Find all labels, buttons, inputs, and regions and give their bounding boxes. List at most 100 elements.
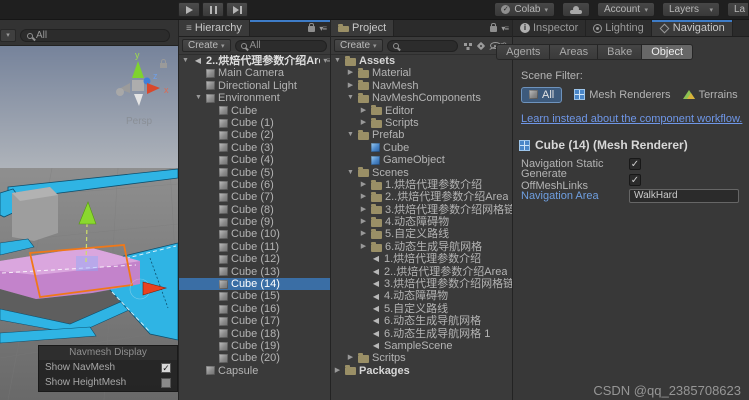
hierarchy-item-environment[interactable]: ▼Environment bbox=[179, 92, 330, 104]
hierarchy-item-capsule[interactable]: Capsule bbox=[179, 365, 330, 377]
gizmos-dropdown[interactable]: ▾ bbox=[0, 29, 16, 42]
hierarchy-item-cube-10[interactable]: Cube (10) bbox=[179, 228, 330, 240]
foldout-icon[interactable]: ▶ bbox=[359, 241, 368, 253]
filter-mesh-renderers[interactable]: Mesh Renderers bbox=[574, 89, 670, 101]
checkbox[interactable] bbox=[161, 378, 171, 388]
tab-inspector[interactable]: iInspector bbox=[513, 20, 586, 36]
play-button[interactable] bbox=[178, 2, 200, 17]
project-item-gameobject[interactable]: GameObject bbox=[331, 154, 512, 166]
hierarchy-item-cube-3[interactable]: Cube (3) bbox=[179, 142, 330, 154]
hierarchy-search-input[interactable]: All bbox=[235, 40, 327, 52]
label-filter-icon[interactable] bbox=[477, 41, 485, 49]
cloud-services-button[interactable] bbox=[562, 2, 590, 17]
hierarchy-item-cube-6[interactable]: Cube (6) bbox=[179, 179, 330, 191]
hierarchy-item-cube[interactable]: Cube bbox=[179, 105, 330, 117]
account-dropdown[interactable]: Account ▾ bbox=[597, 2, 655, 17]
project-item-6-动态生成导航网格-1[interactable]: ◀6.动态生成导航网格 1 bbox=[331, 328, 512, 340]
project-item-3-烘焙代理参数介绍网格链接[interactable]: ▶3.烘焙代理参数介绍网格链接 bbox=[331, 204, 512, 216]
foldout-icon[interactable]: ▶ bbox=[359, 204, 368, 216]
hierarchy-item-cube-4[interactable]: Cube (4) bbox=[179, 154, 330, 166]
foldout-icon[interactable]: ▼ bbox=[333, 55, 342, 67]
navigation-area-dropdown[interactable]: WalkHard bbox=[629, 189, 739, 203]
hierarchy-item-cube-18[interactable]: Cube (18) bbox=[179, 328, 330, 340]
project-item-prefab[interactable]: ▼Prefab bbox=[331, 129, 512, 141]
project-item-2-烘焙代理参数介绍area[interactable]: ◀2..烘焙代理参数介绍Area bbox=[331, 266, 512, 278]
foldout-icon[interactable]: ▶ bbox=[359, 228, 368, 240]
foldout-open-icon[interactable]: ▼ bbox=[181, 55, 190, 67]
project-item-3-烘焙代理参数介绍网格链接[interactable]: ◀3.烘焙代理参数介绍网格链接 bbox=[331, 278, 512, 290]
create-dropdown[interactable]: Create ▾ bbox=[334, 39, 383, 52]
hierarchy-item-cube-19[interactable]: Cube (19) bbox=[179, 340, 330, 352]
project-item-cube[interactable]: Cube bbox=[331, 142, 512, 154]
foldout-icon[interactable]: ▼ bbox=[346, 129, 355, 141]
tab-hierarchy[interactable]: ≡ Hierarchy bbox=[179, 20, 250, 36]
hierarchy-item-cube-17[interactable]: Cube (17) bbox=[179, 315, 330, 327]
hierarchy-scene-row[interactable]: ▼ ◀ 2..烘焙代理参数介绍Area ▾≡ bbox=[179, 55, 330, 67]
hierarchy-item-cube-7[interactable]: Cube (7) bbox=[179, 191, 330, 203]
foldout-icon[interactable]: ▼ bbox=[346, 92, 355, 104]
hierarchy-item-cube-16[interactable]: Cube (16) bbox=[179, 303, 330, 315]
move-tool-plane-handle[interactable] bbox=[76, 256, 98, 271]
checkbox[interactable]: ✓ bbox=[161, 363, 171, 373]
project-item-samplescene[interactable]: ◀SampleScene bbox=[331, 340, 512, 352]
foldout-icon[interactable]: ▶ bbox=[359, 105, 368, 117]
project-search-input[interactable] bbox=[387, 40, 458, 52]
project-item-5-自定义路线[interactable]: ▶5.自定义路线 bbox=[331, 228, 512, 240]
project-item-editor[interactable]: ▶Editor bbox=[331, 105, 512, 117]
project-item-scenes[interactable]: ▼Scenes bbox=[331, 167, 512, 179]
nav-tab-bake[interactable]: Bake bbox=[597, 44, 642, 60]
project-item-2-烘焙代理参数介绍area[interactable]: ▶2..烘焙代理参数介绍Area bbox=[331, 191, 512, 203]
project-item-6-动态生成导航网格[interactable]: ▶6.动态生成导航网格 bbox=[331, 241, 512, 253]
collab-dropdown[interactable]: ✓ Colab ▾ bbox=[494, 2, 555, 17]
tab-lighting[interactable]: Lighting bbox=[586, 20, 652, 36]
foldout-icon[interactable]: ▶ bbox=[346, 352, 355, 364]
hierarchy-item-cube-8[interactable]: Cube (8) bbox=[179, 204, 330, 216]
project-item-material[interactable]: ▶Material bbox=[331, 67, 512, 79]
scene-row-menu-icon[interactable]: ▾≡ bbox=[323, 55, 330, 67]
checkbox[interactable]: ✓ bbox=[629, 174, 641, 186]
project-item-packages[interactable]: ▶Packages bbox=[331, 365, 512, 377]
hierarchy-item-cube-12[interactable]: Cube (12) bbox=[179, 253, 330, 265]
nav-tab-object[interactable]: Object bbox=[641, 44, 693, 60]
project-item-4-动态障碍物[interactable]: ▶4.动态障碍物 bbox=[331, 216, 512, 228]
hierarchy-item-cube-15[interactable]: Cube (15) bbox=[179, 290, 330, 302]
persp-label[interactable]: Persp bbox=[126, 116, 153, 127]
component-workflow-link[interactable]: Learn instead about the component workfl… bbox=[521, 113, 749, 125]
lock-icon[interactable] bbox=[490, 26, 497, 32]
hierarchy-item-cube-9[interactable]: Cube (9) bbox=[179, 216, 330, 228]
foldout-icon[interactable]: ▶ bbox=[333, 365, 342, 377]
foldout-icon[interactable]: ▼ bbox=[194, 92, 203, 104]
hierarchy-item-cube-5[interactable]: Cube (5) bbox=[179, 167, 330, 179]
project-item-1-烘焙代理参数介绍[interactable]: ◀1.烘焙代理参数介绍 bbox=[331, 253, 512, 265]
scene-search-input[interactable]: All bbox=[20, 29, 170, 42]
tab-navigation[interactable]: Navigation bbox=[652, 20, 733, 36]
hierarchy-item-cube-13[interactable]: Cube (13) bbox=[179, 266, 330, 278]
project-item-scritps[interactable]: ▶Scritps bbox=[331, 352, 512, 364]
nav-tab-agents[interactable]: Agents bbox=[496, 44, 550, 60]
gizmo-center-cube[interactable] bbox=[132, 80, 144, 91]
foldout-icon[interactable]: ▶ bbox=[359, 191, 368, 203]
project-item-5-自定义路线[interactable]: ◀5.自定义路线 bbox=[331, 303, 512, 315]
project-item-navmesh[interactable]: ▶NavMesh bbox=[331, 80, 512, 92]
layout-dropdown[interactable]: La bbox=[727, 2, 749, 17]
asset-store-icon[interactable] bbox=[464, 43, 467, 46]
foldout-icon[interactable]: ▶ bbox=[346, 67, 355, 79]
foldout-icon[interactable]: ▶ bbox=[359, 179, 368, 191]
tab-project[interactable]: Project bbox=[331, 20, 394, 36]
project-item-scripts[interactable]: ▶Scripts bbox=[331, 117, 512, 129]
lock-icon[interactable] bbox=[308, 26, 315, 32]
checkbox[interactable]: ✓ bbox=[629, 158, 641, 170]
hierarchy-item-cube-1[interactable]: Cube (1) bbox=[179, 117, 330, 129]
foldout-icon[interactable]: ▼ bbox=[346, 167, 355, 179]
create-dropdown[interactable]: Create ▾ bbox=[182, 39, 231, 52]
hierarchy-item-main-camera[interactable]: Main Camera bbox=[179, 67, 330, 79]
filter-all[interactable]: All bbox=[521, 87, 562, 103]
project-item-4-动态障碍物[interactable]: ◀4.动态障碍物 bbox=[331, 290, 512, 302]
project-item-navmeshcomponents[interactable]: ▼NavMeshComponents bbox=[331, 92, 512, 104]
hierarchy-item-directional-light[interactable]: Directional Light bbox=[179, 80, 330, 92]
pause-button[interactable] bbox=[202, 2, 224, 17]
gizmo-back-ball[interactable] bbox=[116, 88, 124, 96]
filter-terrains[interactable]: Terrains bbox=[683, 89, 738, 101]
project-item-assets[interactable]: ▼Assets bbox=[331, 55, 512, 67]
project-item-6-动态生成导航网格[interactable]: ◀6.动态生成导航网格 bbox=[331, 315, 512, 327]
